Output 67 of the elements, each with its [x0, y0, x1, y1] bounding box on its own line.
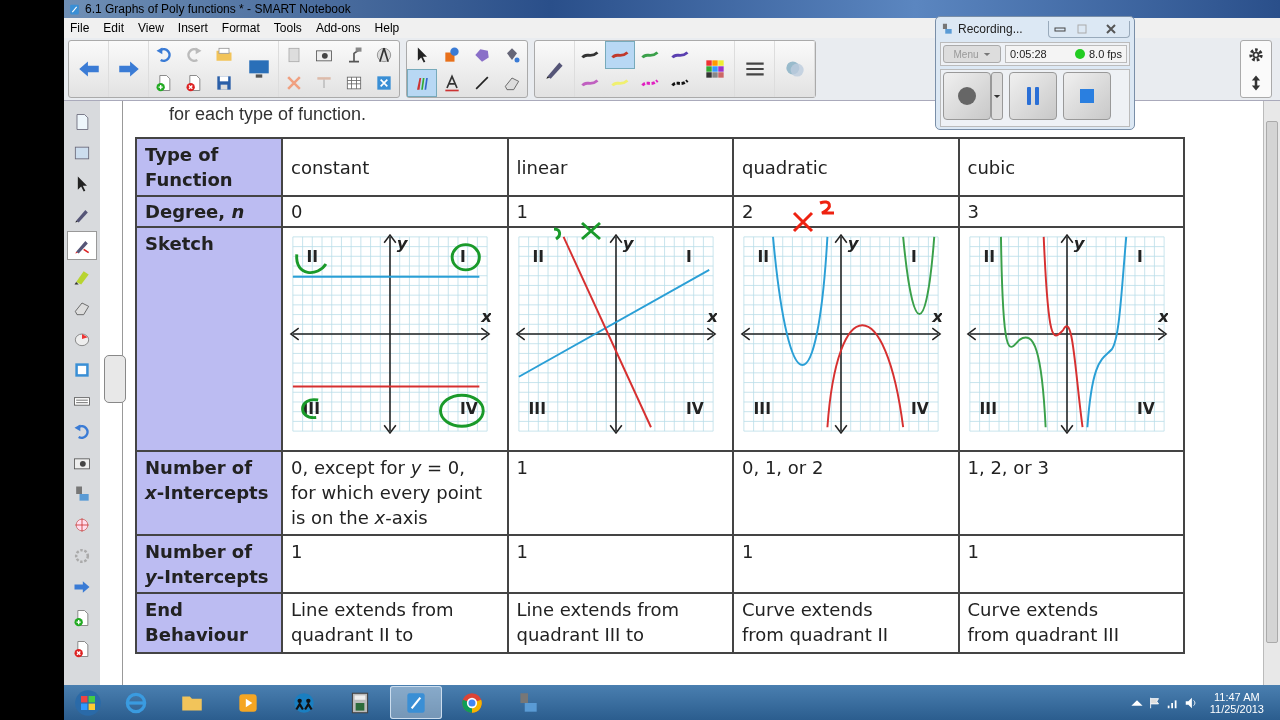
- table-cell: 1: [507, 451, 733, 535]
- video-camera-icon: [940, 22, 954, 36]
- clock-time: 11:47 AM: [1214, 690, 1260, 703]
- row-header: End Behaviour: [136, 593, 282, 653]
- table-cell: 1: [507, 196, 733, 227]
- table-cell: 0, except for y = 0, for which every point is on the x-axis: [282, 451, 508, 535]
- table-cell: 0: [282, 196, 508, 227]
- table-cell: quadratic: [733, 138, 959, 196]
- record-button[interactable]: [943, 72, 991, 120]
- caret-icon: [982, 51, 991, 57]
- pen-tool[interactable]: [67, 231, 97, 260]
- shapes-icon: [442, 45, 462, 65]
- clock[interactable]: 11:47 AM 11/25/2013: [1209, 690, 1264, 715]
- close-icon: [1103, 23, 1119, 34]
- menu-item[interactable]: Help: [374, 21, 400, 35]
- pens-tool[interactable]: [407, 69, 437, 97]
- speaker-icon[interactable]: [1183, 695, 1198, 710]
- text-icon: [442, 73, 462, 93]
- menu-item[interactable]: Insert: [177, 21, 208, 35]
- undo-icon: [154, 45, 174, 65]
- table-cell: Curve extends from quadrant III: [958, 593, 1184, 653]
- stop-button[interactable]: [1063, 72, 1111, 120]
- window-title: 6.1 Graphs of Poly functions * - SMART Notebook: [85, 2, 351, 16]
- menu-item[interactable]: View: [138, 21, 164, 35]
- notebook-icon: [68, 2, 81, 16]
- sidebar-handle[interactable]: [104, 355, 126, 403]
- caret-icon: [993, 93, 1001, 99]
- table-cell: Line extends from quadrant III to: [507, 593, 733, 653]
- table-cell: constant: [282, 138, 508, 196]
- record-options-button[interactable]: [991, 72, 1003, 120]
- table-cell: 1: [507, 535, 733, 593]
- table-cell: 1: [733, 535, 959, 593]
- pause-button[interactable]: [1009, 72, 1057, 120]
- redo-icon: [184, 45, 204, 65]
- flag-icon[interactable]: [1147, 695, 1162, 710]
- table-cell: linear: [507, 138, 733, 196]
- maximize-icon: [1074, 23, 1090, 34]
- clock-date: 11/25/2013: [1209, 702, 1264, 715]
- elapsed-time: 0:05:28: [1010, 48, 1048, 60]
- menu-item[interactable]: Tools: [273, 21, 302, 35]
- menu-item[interactable]: Add-ons: [315, 21, 361, 35]
- table-cell: 1: [282, 535, 508, 593]
- close-box-icon: [374, 73, 394, 93]
- row-header: Degree, n: [136, 196, 282, 227]
- compass-icon: [374, 45, 394, 65]
- table-cell: 1: [958, 535, 1184, 593]
- table-cell: Line extends from quadrant II to: [282, 593, 508, 653]
- circle-icon: [955, 84, 979, 108]
- window-title: Recording...: [958, 22, 1023, 36]
- frame-rate: 8.0 fps: [1088, 48, 1122, 60]
- table-cell: 1, 2, or 3: [958, 451, 1184, 535]
- table-cell: 0, 1, or 2: [733, 451, 959, 535]
- row-header: Sketch: [136, 227, 282, 451]
- windows-logo-icon: [74, 688, 102, 717]
- row-header: Type of Function: [136, 138, 282, 196]
- row-header: Number of y-Intercepts: [136, 535, 282, 593]
- table-cell: 3: [958, 196, 1184, 227]
- save-icon: [214, 73, 234, 93]
- menu-item[interactable]: Edit: [103, 21, 125, 35]
- table-cell: cubic: [958, 138, 1184, 196]
- menu-item[interactable]: File: [70, 21, 90, 35]
- row-header: Number of x-Intercepts: [136, 451, 282, 535]
- table-cell: 2: [733, 196, 959, 227]
- table-cell: Curve extends from quadrant II: [733, 593, 959, 653]
- scrollbar-thumb[interactable]: [1266, 121, 1278, 643]
- menu-item[interactable]: Format: [221, 21, 260, 35]
- intro-text: for each type of function.: [169, 103, 368, 125]
